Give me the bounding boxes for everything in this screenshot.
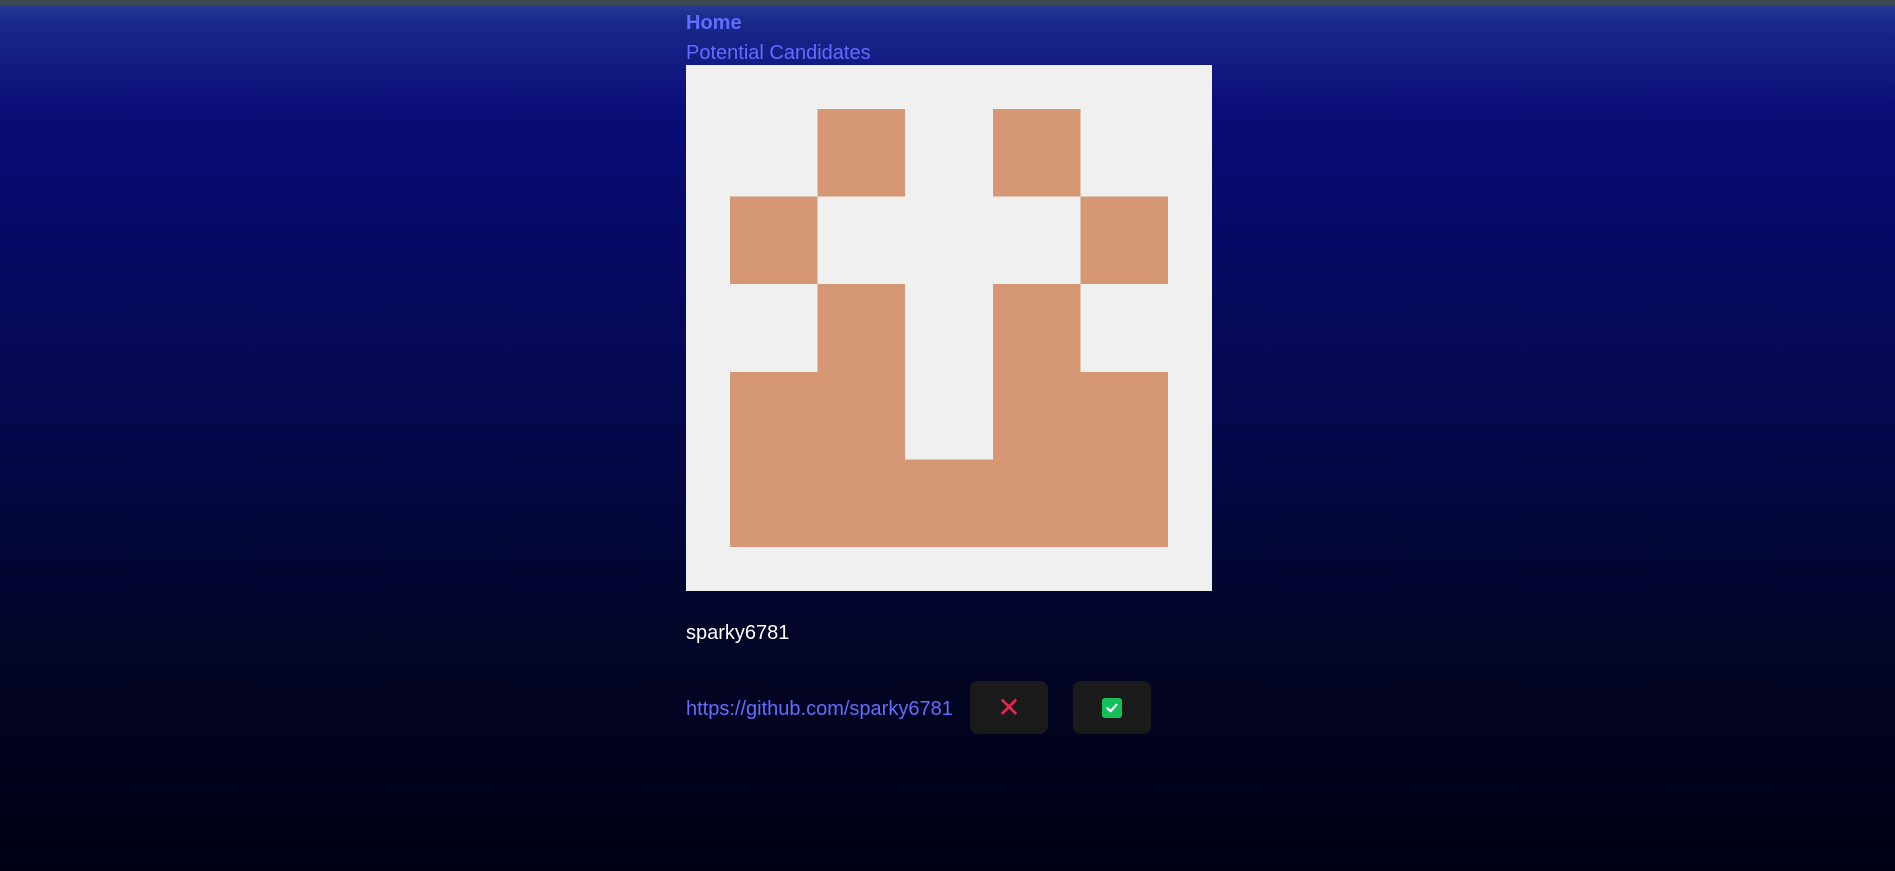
main-nav: Home Potential Candidates (686, 8, 871, 68)
x-mark-icon: ✕ (997, 690, 1021, 724)
github-profile-link[interactable]: https://github.com/sparky6781 (686, 696, 953, 722)
top-border (0, 0, 1895, 5)
nav-home-link[interactable]: Home (686, 8, 871, 38)
candidate-username: sparky6781 (686, 622, 790, 644)
nav-potential-candidates-link[interactable]: Potential Candidates (686, 38, 871, 68)
accept-button[interactable] (1073, 681, 1151, 734)
check-mark-icon (1106, 703, 1118, 712)
check-box-icon (1102, 697, 1122, 718)
reject-button[interactable]: ✕ (970, 681, 1048, 734)
candidate-avatar (686, 65, 1212, 591)
